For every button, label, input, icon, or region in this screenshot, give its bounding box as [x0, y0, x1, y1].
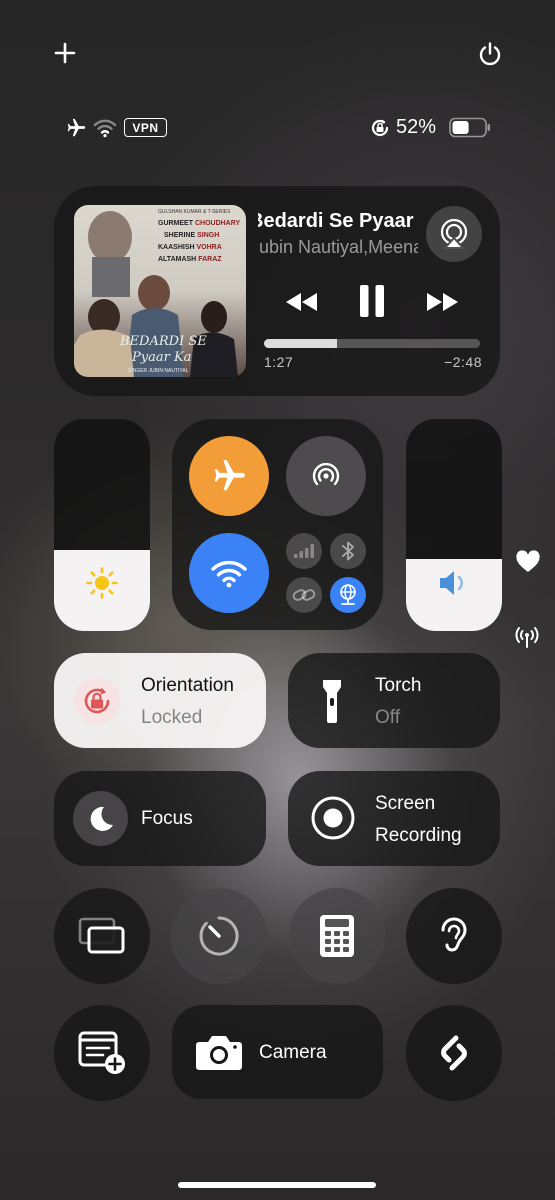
home-indicator[interactable]	[178, 1182, 376, 1188]
airdrop-icon	[312, 462, 340, 486]
ear-icon	[441, 917, 467, 952]
focus-title: Focus	[141, 808, 193, 829]
airdrop-toggle[interactable]	[286, 436, 366, 516]
torch-subtitle: Off	[375, 707, 400, 728]
personal-hotspot-toggle[interactable]	[286, 577, 322, 613]
hearing-button[interactable]	[406, 888, 502, 984]
song-title: Bedardi Se Pyaar Ka	[258, 210, 418, 232]
status-airplane-icon	[64, 116, 88, 140]
status-wifi-icon	[92, 116, 118, 140]
battery-icon	[449, 117, 491, 138]
svg-text:ALTAMASH FARAZ: ALTAMASH FARAZ	[158, 256, 222, 263]
antenna-signal-icon[interactable]	[512, 624, 542, 650]
album-singer-credit: SINGER JUBIN NAUTIYAL	[128, 368, 189, 374]
screen-recording-title-line2: Recording	[375, 825, 462, 846]
elapsed-time: 1:27	[264, 354, 294, 370]
shazam-icon	[441, 1035, 467, 1071]
vpn-toggle[interactable]	[330, 577, 366, 613]
plus-icon	[54, 42, 76, 64]
screen-recording-title-line1: Screen	[375, 793, 436, 814]
orientation-lock-tile[interactable]: Orientation Locked	[54, 653, 266, 748]
camera-label: Camera	[259, 1042, 327, 1063]
orientation-title: Orientation	[141, 675, 234, 696]
calculator-icon	[320, 915, 354, 957]
album-title-line1: BEDARDI SE	[119, 334, 207, 349]
album-top-credit: GULSHAN KUMAR & T-SERIES	[158, 209, 231, 215]
song-artist: Jubin Nautiyal,Meena	[258, 237, 418, 257]
pause-button[interactable]	[356, 282, 388, 320]
timer-button[interactable]	[171, 888, 267, 984]
torch-tile[interactable]: Torch Off	[288, 653, 500, 748]
quick-note-icon	[78, 1031, 125, 1074]
battery-percentage: 52%	[396, 116, 437, 138]
moon-icon	[73, 791, 128, 846]
media-airplay-button[interactable]	[426, 206, 482, 262]
sun-icon	[84, 565, 120, 601]
focus-tile[interactable]: Focus	[54, 771, 266, 866]
remaining-time: −2:48	[444, 354, 482, 370]
rotation-lock-status-icon	[368, 116, 392, 140]
playback-scrubber[interactable]	[264, 339, 480, 348]
hotspot-link-icon	[292, 589, 316, 601]
heart-icon[interactable]	[514, 548, 542, 576]
record-icon	[310, 795, 356, 841]
airplane-icon	[214, 460, 245, 491]
svg-text:SHERINE SINGH: SHERINE SINGH	[164, 232, 219, 239]
globe-network-icon	[340, 584, 356, 605]
cellular-bars-icon	[294, 544, 314, 558]
svg-text:KAASHISH VOHRA: KAASHISH VOHRA	[158, 244, 222, 251]
rewind-icon	[286, 293, 317, 311]
camera-icon	[194, 1031, 244, 1073]
wifi-toggle[interactable]	[189, 533, 269, 613]
airplane-mode-toggle[interactable]	[189, 436, 269, 516]
screen-mirroring-button[interactable]	[54, 888, 150, 984]
album-art[interactable]: GULSHAN KUMAR & T-SERIES GURMEET CHOUDHA…	[74, 205, 246, 377]
calculator-button[interactable]	[289, 888, 385, 984]
flashlight-icon	[310, 677, 354, 725]
shazam-button[interactable]	[406, 1005, 502, 1101]
orientation-lock-icon	[74, 678, 120, 724]
bluetooth-toggle[interactable]	[330, 533, 366, 569]
vpn-status-badge: VPN	[124, 118, 167, 137]
fast-forward-icon	[427, 293, 458, 311]
screen-recording-tile[interactable]: Screen Recording	[288, 771, 500, 866]
quick-note-button[interactable]	[54, 1005, 150, 1101]
playback-progress-fill	[264, 339, 338, 348]
power-icon	[479, 42, 501, 66]
album-title-line2: Pyaar Ka	[131, 350, 191, 365]
bluetooth-icon	[342, 541, 354, 561]
cellular-data-toggle[interactable]	[286, 533, 322, 569]
song-title-marquee: Bedardi Se Pyaar Ka	[258, 206, 418, 236]
rewind-button[interactable]	[282, 286, 320, 318]
timer-icon	[199, 916, 239, 956]
camera-button[interactable]: Camera	[172, 1005, 383, 1099]
power-button[interactable]	[474, 38, 506, 70]
torch-title: Torch	[375, 675, 422, 696]
wifi-icon	[211, 560, 247, 588]
fast-forward-button[interactable]	[424, 286, 462, 318]
song-artist-marquee: Jubin Nautiyal,Meena	[258, 234, 418, 260]
airplay-audio-icon	[440, 218, 468, 249]
orientation-subtitle: Locked	[141, 707, 203, 728]
svg-text:GURMEET CHOUDHARY: GURMEET CHOUDHARY	[158, 220, 241, 227]
add-controls-button[interactable]	[50, 38, 80, 68]
pause-icon	[360, 285, 384, 317]
screen-mirroring-icon	[78, 917, 125, 954]
speaker-icon	[436, 565, 472, 601]
